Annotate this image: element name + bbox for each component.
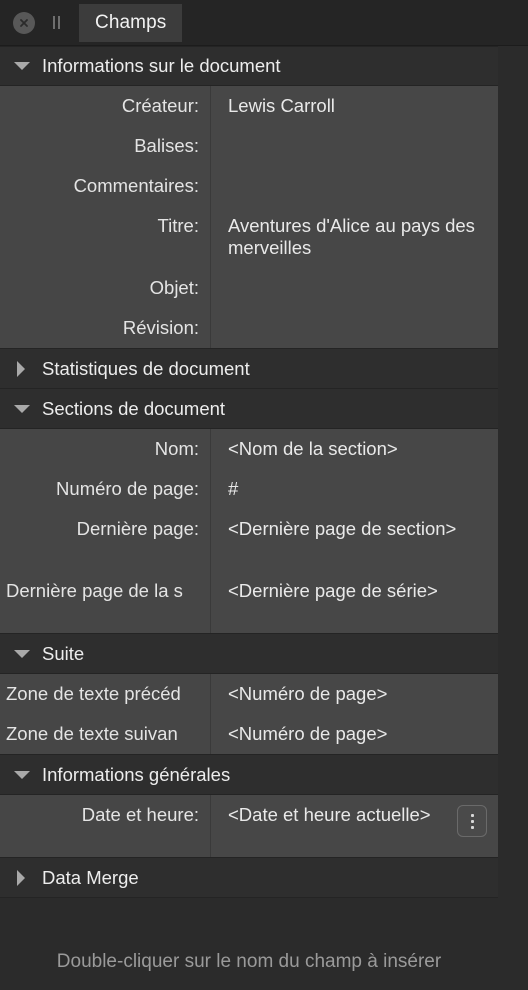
field-label-date-et-heure: Date et heure: [0,795,211,857]
group-label-data-merge: Data Merge [42,866,139,888]
group-label-general-information: Informations générales [42,763,231,785]
fields-scroll-area[interactable]: Informations sur le document Créateur: L… [0,46,528,990]
field-value-derniere-page[interactable]: <Dernière page de section> [211,509,498,571]
field-row-numero-de-page[interactable]: Numéro de page: # [0,469,498,509]
group-header-document-information[interactable]: Informations sur le document [0,46,498,86]
group-label-document-information: Informations sur le document [42,55,281,76]
field-label-derniere-page-de-la-serie: Dernière page de la s [0,571,211,633]
field-value-titre[interactable]: Aventures d'Alice au pays des merveilles [211,206,498,268]
grip-bar-left [52,16,55,29]
field-value-derniere-page-de-la-serie[interactable]: <Dernière page de série> [211,571,498,633]
group-header-document-sections[interactable]: Sections de document [0,389,498,429]
group-header-data-merge[interactable]: Data Merge [0,858,498,898]
field-value-zone-de-texte-precedente[interactable]: <Numéro de page> [211,674,498,714]
field-value-objet[interactable] [211,268,498,308]
close-circle-icon[interactable] [13,11,35,34]
field-row-derniere-page-de-la-serie[interactable]: Dernière page de la s <Dernière page de … [0,571,498,634]
group-rows-continuation: Zone de texte précéd <Numéro de page> Zo… [0,674,498,755]
more-options-icon[interactable] [457,805,487,837]
fields-list: Informations sur le document Créateur: L… [0,46,498,973]
triangle-down-icon[interactable] [14,767,30,783]
group-label-document-statistics: Statistiques de document [42,357,250,379]
group-rows-document-information: Créateur: Lewis Carroll Balises: Comment… [0,86,498,349]
group-rows-general-information: Date et heure: <Date et heure actuelle> [0,795,498,858]
kebab-dot-1 [470,813,474,817]
group-label-document-sections: Sections de document [42,397,226,419]
field-row-date-et-heure[interactable]: Date et heure: <Date et heure actuelle> [0,795,498,858]
field-label-commentaires: Commentaires: [0,166,211,206]
panel-tab-bar: Champs [0,0,528,46]
field-value-commentaires[interactable] [211,166,498,206]
kebab-dot-3 [470,825,474,829]
triangle-down-icon[interactable] [14,646,30,662]
tab-champs[interactable]: Champs [79,3,183,42]
field-row-titre[interactable]: Titre: Aventures d'Alice au pays des mer… [0,206,498,268]
field-label-nom: Nom: [0,429,211,469]
triangle-right-icon[interactable] [14,869,30,886]
kebab-dot-2 [470,819,474,823]
field-row-balises[interactable]: Balises: [0,126,498,166]
field-value-date-et-heure[interactable]: <Date et heure actuelle> [211,795,498,857]
field-row-revision[interactable]: Révision: [0,308,498,349]
field-value-balises[interactable] [211,126,498,166]
field-row-derniere-page[interactable]: Dernière page: <Dernière page de section… [0,509,498,571]
field-label-objet: Objet: [0,268,211,308]
field-value-revision[interactable] [211,308,498,348]
field-label-derniere-page: Dernière page: [0,509,211,571]
grip-bar-right [57,16,60,29]
triangle-down-icon[interactable] [14,58,30,74]
field-label-numero-de-page: Numéro de page: [0,469,211,509]
group-header-document-statistics[interactable]: Statistiques de document [0,349,498,389]
tab-champs-label: Champs [95,11,167,33]
pause-grip-icon[interactable] [50,12,62,34]
field-row-createur[interactable]: Créateur: Lewis Carroll [0,86,498,126]
field-value-zone-de-texte-suivante[interactable]: <Numéro de page> [211,714,498,754]
group-rows-document-sections: Nom: <Nom de la section> Numéro de page:… [0,429,498,634]
triangle-down-icon[interactable] [14,401,30,417]
group-header-continuation[interactable]: Suite [0,634,498,674]
field-label-balises: Balises: [0,126,211,166]
field-value-numero-de-page[interactable]: # [211,469,498,509]
field-row-zone-de-texte-precedente[interactable]: Zone de texte précéd <Numéro de page> [0,674,498,714]
field-label-createur: Créateur: [0,86,211,126]
field-label-titre: Titre: [0,206,211,268]
insert-field-hint-text: Double-cliquer sur le nom du champ à ins… [56,951,442,972]
field-value-createur[interactable]: Lewis Carroll [211,86,498,126]
fields-panel-window: Champs Informations sur le document Créa… [0,0,528,990]
insert-field-hint: Double-cliquer sur le nom du champ à ins… [0,898,498,973]
field-label-zone-de-texte-suivante: Zone de texte suivan [0,714,211,754]
triangle-right-icon[interactable] [14,360,30,377]
field-row-objet[interactable]: Objet: [0,268,498,308]
group-header-general-information[interactable]: Informations générales [0,755,498,795]
field-row-commentaires[interactable]: Commentaires: [0,166,498,206]
field-label-zone-de-texte-precedente: Zone de texte précéd [0,674,211,714]
field-value-nom[interactable]: <Nom de la section> [211,429,498,469]
field-row-zone-de-texte-suivante[interactable]: Zone de texte suivan <Numéro de page> [0,714,498,755]
field-label-revision: Révision: [0,308,211,348]
group-label-continuation: Suite [42,642,85,664]
field-row-nom[interactable]: Nom: <Nom de la section> [0,429,498,469]
